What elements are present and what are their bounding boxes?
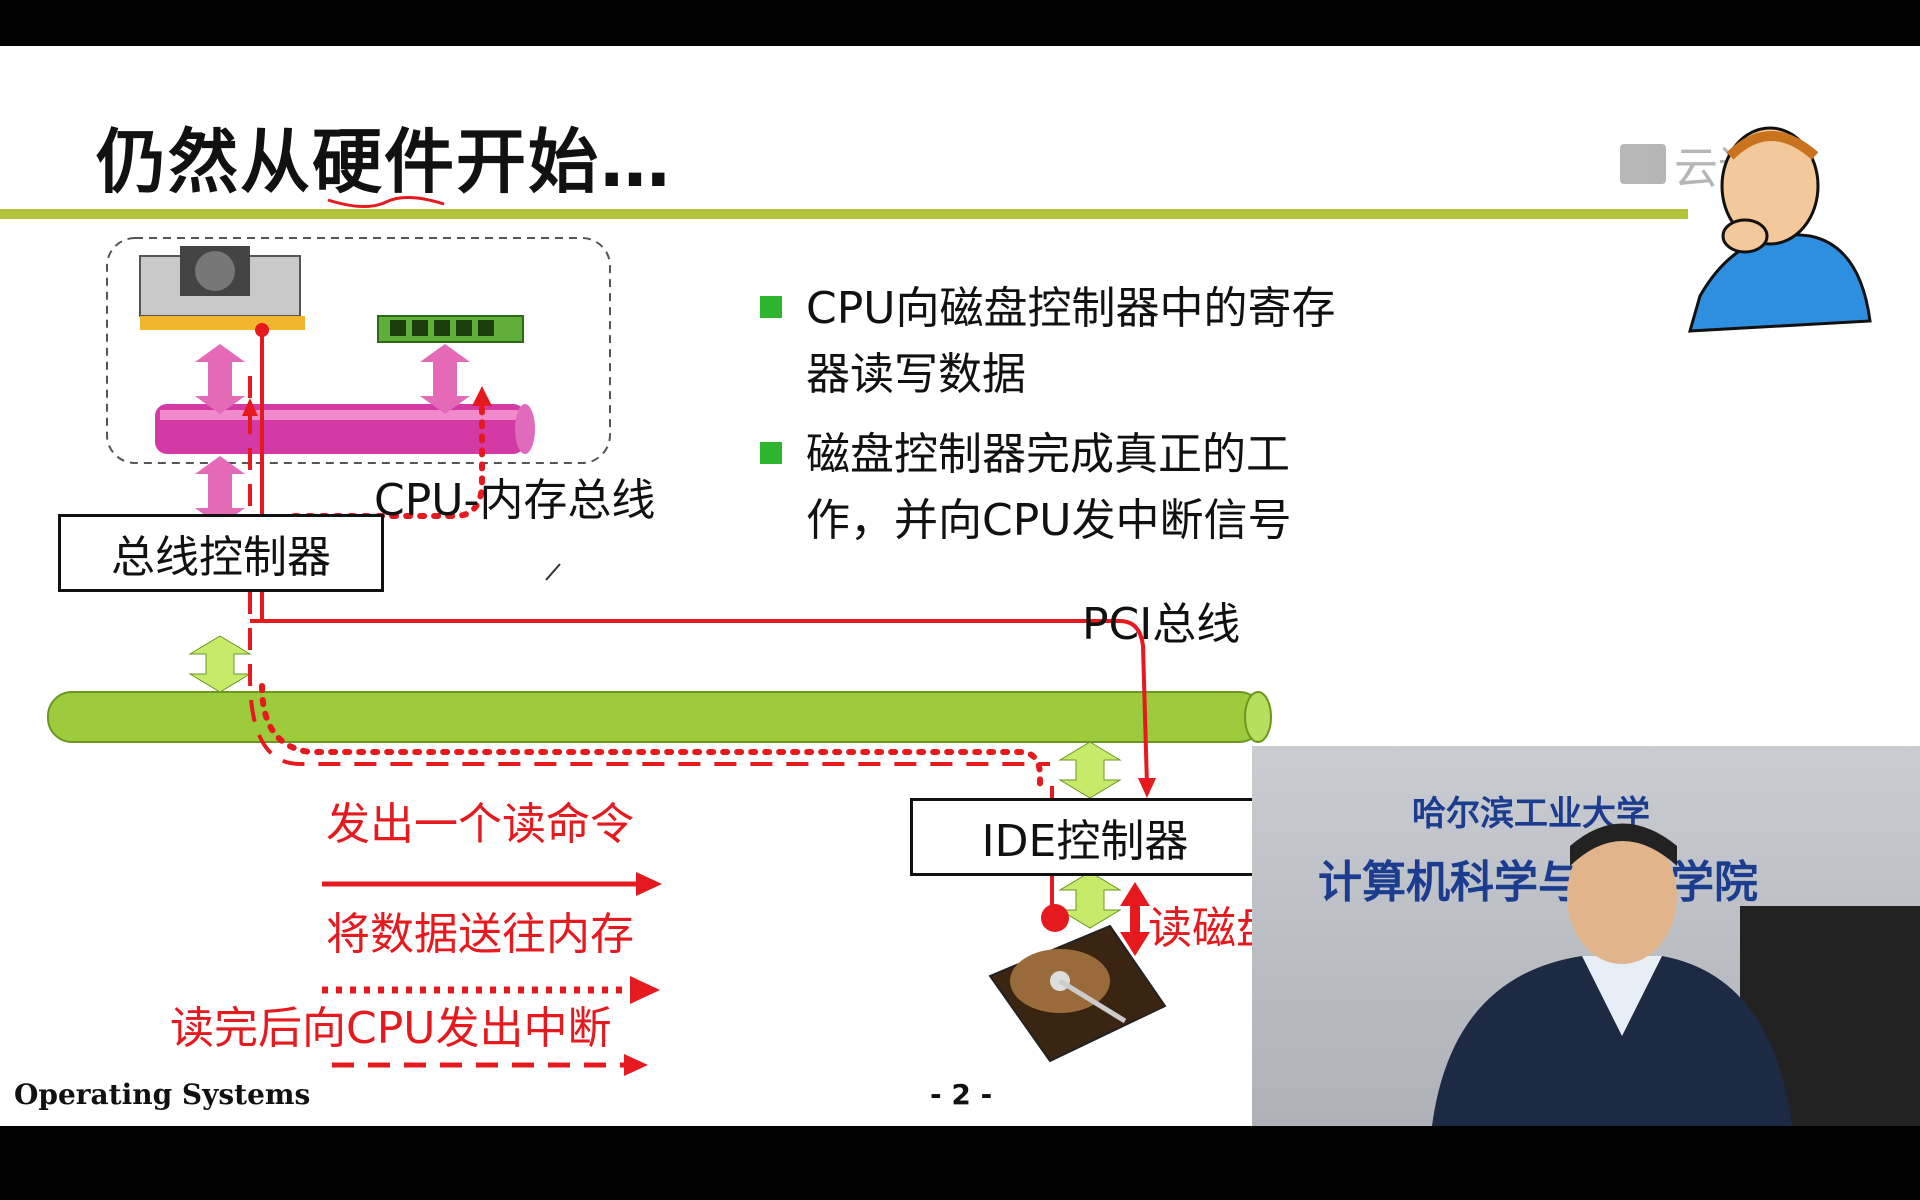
cpu-memory-bus [155,404,535,454]
cmd-path-horizontal [250,619,1149,787]
mem-path-bottom [259,683,1043,794]
legend-interrupt: 读完后向CPU发出中断 [170,1003,612,1054]
bullet-list: CPU向磁盘控制器中的寄存器读写数据 磁盘控制器完成真正的工作，并向CPU发中断… [760,276,1360,568]
watermark-text: 云课堂 [1674,143,1806,194]
bullet-item: 磁盘控制器完成真正的工作，并向CPU发中断信号 [760,422,1360,554]
hard-disk-icon [988,924,1167,1063]
title-underline [0,209,1688,219]
watermark-icon [1620,144,1666,184]
mem-arrowhead [472,386,492,406]
read-disk-arrow [1120,882,1150,956]
legend-read-command: 发出一个读命令 [326,799,634,850]
lecturer-figure [1432,823,1920,1126]
watermark: 云课堂 [1620,132,1806,196]
cpu-memory-bus-label: CPU-内存总线 [374,475,656,526]
cpu-icon [139,246,305,330]
pen-cursor-icon [545,563,561,581]
legend-send-to-memory: 将数据送往内存 [326,909,634,960]
bus-controller-box: 总线控制器 [58,514,384,592]
cmd-arrowhead [1138,778,1156,798]
footer-course: Operating Systems [14,1078,311,1111]
bullet-square-icon [760,296,782,318]
ide-controller-box: IDE控制器 [910,798,1260,876]
ram-icon [377,315,524,343]
video-overlay: 哈尔滨工业大学 计算机科学与技术学院 [1252,746,1920,1126]
cpu-memory-group [106,237,611,464]
pci-bus-label: PCI总线 [1082,599,1241,650]
bus-arrows-green [188,635,1122,929]
bullet-item: CPU向磁盘控制器中的寄存器读写数据 [760,276,1360,408]
bullet-square-icon [760,442,782,464]
pci-bus [47,691,1272,743]
irq-arrowhead [242,398,258,416]
page-number: - 2 - [930,1078,993,1111]
